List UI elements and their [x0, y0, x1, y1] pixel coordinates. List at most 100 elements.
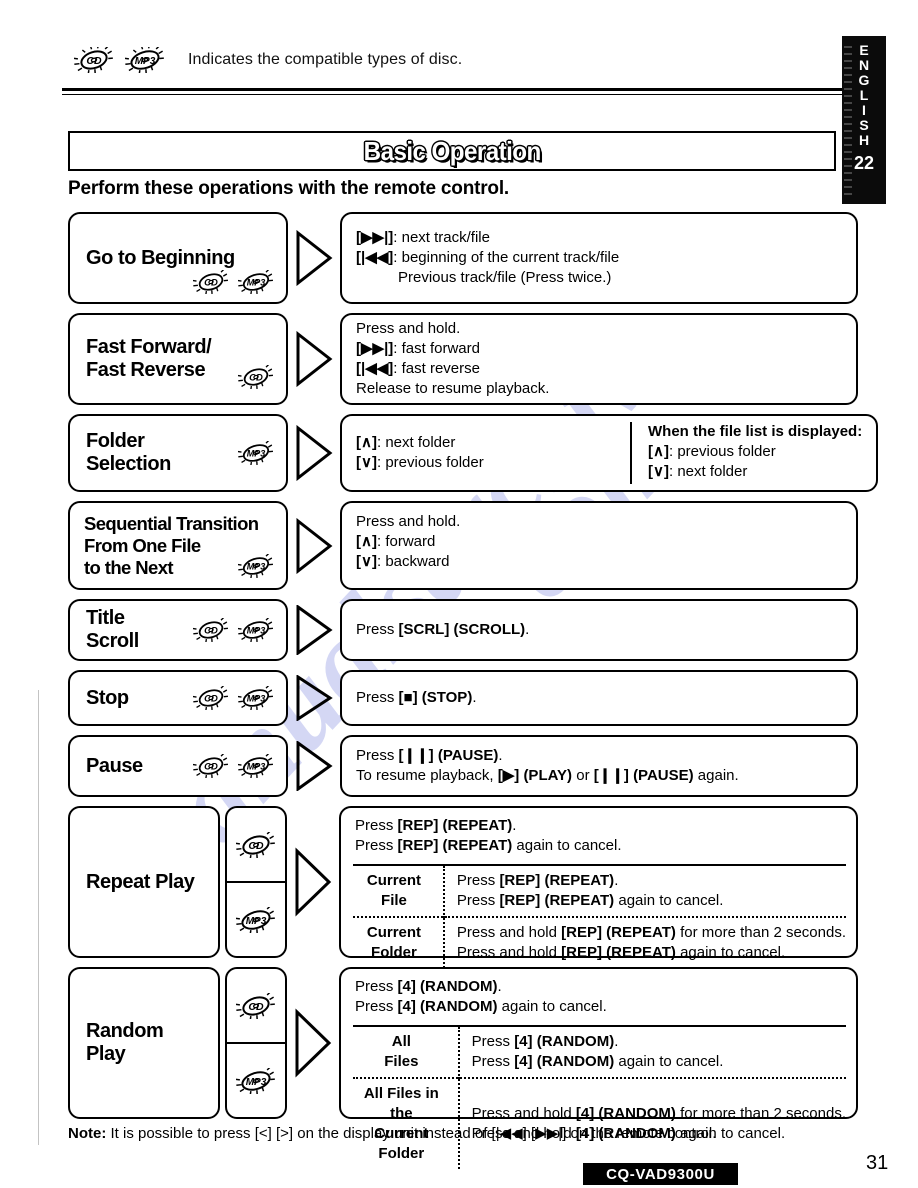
cd-disc-icon: CD — [236, 992, 276, 1019]
description-line: Press [❙❙] (PAUSE). — [356, 747, 503, 764]
cd-disc-icon: CD — [74, 47, 114, 73]
footer-note: Note: It is possible to press [<] [>] on… — [68, 1124, 716, 1142]
description-line: [|◀◀]: beginning of the current track/fi… — [356, 249, 620, 266]
description-line: Press [REP] (REPEAT) again to cancel. — [456, 892, 724, 909]
mp3-disc-icon: MP3 — [238, 554, 274, 578]
operation-row-pause: Pause CD MP3 Press [❙❙] (PAUSE). To resu… — [68, 735, 858, 797]
operation-label-box: Fast Forward/ Fast Reverse CD — [68, 313, 288, 405]
scan-noise — [844, 46, 852, 196]
table-row-body: Press [REP] (REPEAT). Press [REP] (REPEA… — [443, 864, 846, 917]
scan-artifact-line — [38, 690, 39, 1145]
svg-text:MP3: MP3 — [246, 916, 267, 927]
operation-disc-badges: CD MP3 — [193, 270, 274, 294]
flow-arrow-icon — [287, 806, 339, 958]
description-heading: When the file list is displayed: — [648, 423, 863, 440]
operation-description: Press [SCRL] (SCROLL). — [340, 599, 858, 661]
table-row-body: Press and hold [REP] (REPEAT) for more t… — [443, 916, 846, 968]
section-subheading: Perform these operations with the remote… — [68, 178, 509, 199]
language-tab-english: E N G L I S H 22 — [842, 36, 886, 204]
description-line: To resume playback, [▶] (PLAY) or [❙❙] (… — [356, 767, 739, 784]
table-row-label: Current File — [353, 864, 445, 917]
flow-arrow-icon — [288, 670, 340, 726]
description-line: Press [4] (RANDOM) again to cancel. — [355, 998, 607, 1015]
svg-text:MP3: MP3 — [247, 762, 266, 772]
operation-label: Random Play — [86, 1020, 164, 1065]
operation-description: Press [REP] (REPEAT). Press [REP] (REPEA… — [339, 806, 858, 968]
cd-disc-icon: CD — [193, 270, 229, 294]
svg-text:MP3: MP3 — [246, 1077, 267, 1088]
flow-arrow-icon — [288, 501, 340, 590]
operation-description: [▶▶|]: next track/file [|◀◀]: beginning … — [340, 212, 858, 304]
description-line: Press [4] (RANDOM). — [355, 978, 502, 995]
operation-label: Pause — [86, 754, 143, 777]
flow-arrow-icon — [288, 212, 340, 304]
description-line: [∧]: next folder — [356, 434, 456, 451]
cd-disc-icon: CD — [193, 754, 229, 778]
operation-row-repeat-play: Repeat Play CD MP3 Press [REP] (REPEAT).… — [68, 806, 858, 968]
random-play-disc-column: CD MP3 — [225, 967, 287, 1119]
description-line: [∧]: previous folder — [648, 443, 776, 460]
flow-arrow-icon — [287, 967, 339, 1119]
operations-list: Go to Beginning CD MP3 [▶▶|]: next track… — [68, 212, 879, 1169]
description-line: [∨]: backward — [356, 553, 450, 570]
mp3-disc-icon: MP3 — [238, 686, 274, 710]
description-line: [▶▶|]: next track/file — [356, 229, 490, 246]
operation-label-box: Stop CD MP3 — [68, 670, 288, 726]
operation-disc-badges: MP3 — [238, 554, 274, 578]
description-line: Press [SCRL] (SCROLL). — [356, 621, 530, 638]
operation-row-title-scroll: Title Scroll CD MP3 Press [SCRL] (SCROLL… — [68, 599, 858, 661]
svg-text:MP3: MP3 — [247, 562, 266, 572]
svg-text:CD: CD — [248, 1001, 264, 1013]
lang-tab-page-marker: 22 — [853, 153, 875, 173]
svg-text:CD: CD — [204, 762, 218, 773]
operation-row-random-play: Random Play CD MP3 Press [4] (RANDOM). P… — [68, 967, 858, 1169]
operation-description: Press [4] (RANDOM). Press [4] (RANDOM) a… — [339, 967, 858, 1169]
operation-row-fast-forward-reverse: Fast Forward/ Fast Reverse CD Press and … — [68, 313, 858, 405]
operation-label-box: Folder Selection MP3 — [68, 414, 288, 492]
table-row: Current File Press [REP] (REPEAT). Press… — [353, 864, 846, 917]
description-line: Press and hold. — [356, 320, 461, 337]
operation-disc-badges: CD MP3 — [193, 754, 274, 778]
operation-row-stop: Stop CD MP3 Press [■] (STOP). — [68, 670, 858, 726]
mp3-disc-icon: MP3 — [238, 754, 274, 778]
operation-label: Go to Beginning — [86, 246, 235, 269]
operation-label: Fast Forward/ Fast Reverse — [86, 336, 212, 381]
description-right-column: When the file list is displayed: [∧]: pr… — [632, 422, 862, 484]
operation-description: Press [■] (STOP). — [340, 670, 858, 726]
operation-label: Repeat Play — [86, 870, 195, 893]
svg-text:MP3: MP3 — [247, 694, 266, 704]
disc-type-legend: CD MP3 Indicates the compatible types of… — [74, 47, 462, 73]
repeat-play-disc-column: CD MP3 — [225, 806, 287, 958]
operation-label-box: Repeat Play — [68, 806, 220, 958]
svg-text:MP3: MP3 — [247, 278, 266, 288]
description-line: Press and hold. — [356, 513, 461, 530]
description-line: Release to resume playback. — [356, 380, 550, 397]
operation-row-go-to-beginning: Go to Beginning CD MP3 [▶▶|]: next track… — [68, 212, 858, 304]
description-line: Press [REP] (REPEAT). — [355, 817, 517, 834]
svg-text:CD: CD — [248, 840, 264, 852]
description-line: Press [4] (RANDOM) again to cancel. — [471, 1053, 724, 1070]
lang-letter-4: I — [862, 102, 866, 118]
repeat-play-table: Current File Press [REP] (REPEAT). Press… — [353, 864, 846, 968]
svg-text:CD: CD — [204, 278, 218, 289]
flow-arrow-icon — [288, 313, 340, 405]
table-row-label: All Files — [353, 1025, 460, 1078]
flow-arrow-icon — [288, 414, 340, 492]
legend-text: Indicates the compatible types of disc. — [188, 51, 463, 68]
lang-letter-6: H — [858, 132, 870, 148]
note-prefix: Note: — [68, 1125, 107, 1142]
operation-description: Press and hold. [∧]: forward [∨]: backwa… — [340, 501, 858, 590]
lang-letter-3: L — [859, 87, 869, 103]
section-title: Basic Operation — [363, 135, 541, 166]
operation-label-box: Pause CD MP3 — [68, 735, 288, 797]
description-left-column: [∧]: next folder [∨]: previous folder — [356, 422, 630, 484]
operation-label: Sequential Transition From One File to t… — [84, 512, 259, 578]
svg-text:MP3: MP3 — [247, 626, 266, 636]
repeat-play-general: Press [REP] (REPEAT). Press [REP] (REPEA… — [353, 814, 846, 864]
table-row: All Files Press [4] (RANDOM). Press [4] … — [353, 1025, 846, 1078]
model-number-badge: CQ-VAD9300U — [583, 1163, 738, 1185]
lang-letter-5: S — [859, 117, 869, 133]
mp3-disc-icon: MP3 — [238, 270, 274, 294]
table-row-label: Current Folder — [353, 916, 445, 968]
operation-label: Title Scroll — [86, 607, 139, 652]
